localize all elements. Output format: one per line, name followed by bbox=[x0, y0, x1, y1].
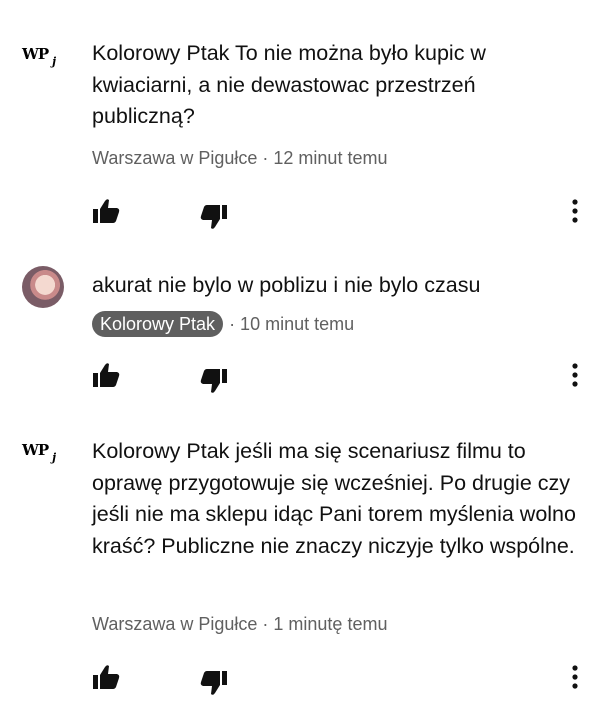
comment-author[interactable]: Warszawa w Pigułce bbox=[92, 614, 257, 634]
comment-time: · 10 minut temu bbox=[229, 314, 355, 334]
author-chip[interactable]: Kolorowy Ptak bbox=[92, 311, 224, 337]
comment-meta: Warszawa w Pigułce · 12 minut temu bbox=[92, 146, 387, 170]
comment-actions bbox=[0, 198, 607, 230]
comment-author[interactable]: Warszawa w Pigułce bbox=[92, 148, 257, 168]
comment-meta: Warszawa w Pigułce · 1 minutę temu bbox=[92, 612, 387, 636]
comment-text: akurat nie bylo w poblizu i nie bylo cza… bbox=[92, 273, 481, 297]
thumbs-down-icon[interactable] bbox=[200, 670, 228, 696]
thumbs-down-icon[interactable] bbox=[200, 204, 228, 230]
comment-time: · 1 minutę temu bbox=[262, 614, 388, 634]
thumbs-down-icon[interactable] bbox=[200, 368, 228, 394]
channel-logo-avatar[interactable]: WP j bbox=[22, 44, 66, 88]
comment-time: · 12 minut temu bbox=[262, 148, 388, 168]
more-vert-icon[interactable] bbox=[570, 362, 580, 390]
more-vert-icon[interactable] bbox=[570, 198, 580, 226]
thumbs-up-icon[interactable] bbox=[92, 362, 120, 388]
comment-text: Kolorowy Ptak To nie można było kupic w … bbox=[92, 41, 486, 128]
user-photo bbox=[22, 266, 64, 308]
comment-actions bbox=[0, 664, 607, 696]
thumbs-up-icon[interactable] bbox=[92, 198, 120, 224]
comment-meta: Kolorowy Ptak · 10 minut temu bbox=[92, 311, 354, 337]
comment-text: Kolorowy Ptak jeśli ma się scenariusz fi… bbox=[92, 439, 576, 558]
thumbs-up-icon[interactable] bbox=[92, 664, 120, 690]
comment-actions bbox=[0, 362, 607, 394]
channel-logo-avatar[interactable]: WP j bbox=[22, 440, 66, 484]
user-avatar[interactable] bbox=[22, 266, 66, 310]
more-vert-icon[interactable] bbox=[570, 664, 580, 692]
